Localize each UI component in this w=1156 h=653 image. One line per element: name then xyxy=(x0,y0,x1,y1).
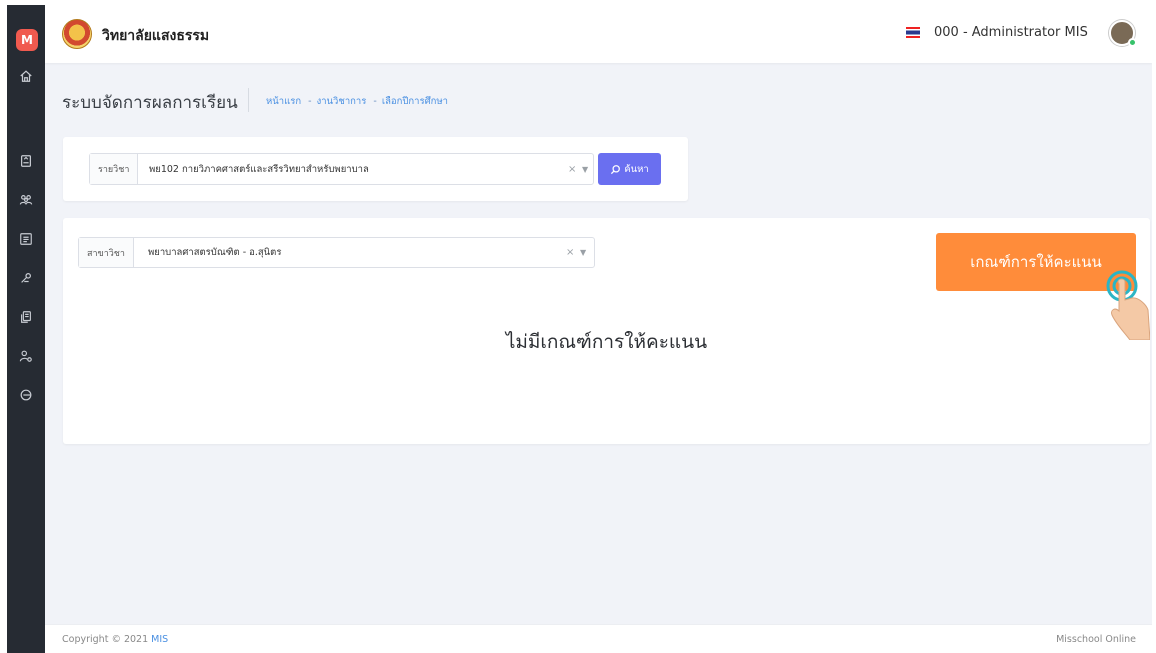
copyright-text: Copyright © 2021 xyxy=(62,634,152,645)
clear-major-icon[interactable]: × xyxy=(566,238,574,267)
institution-name: วิทยาลัยแสงธรรม xyxy=(102,28,210,44)
subject-select-label: รายวิชา xyxy=(90,154,139,184)
document-icon[interactable] xyxy=(17,308,35,326)
home-icon[interactable] xyxy=(17,67,35,85)
page-title: ระบบจัดการผลการเรียน xyxy=(62,93,238,113)
user-settings-icon[interactable] xyxy=(17,347,35,365)
breadcrumb-separator: - xyxy=(373,96,377,107)
institution-logo xyxy=(62,19,92,49)
major-select[interactable]: สาขาวิชา พยาบาลศาสตรบัณฑิต - อ.สุนิตร × … xyxy=(78,237,595,268)
grading-criteria-card: สาขาวิชา พยาบาลศาสตรบัณฑิต - อ.สุนิตร × … xyxy=(63,218,1150,444)
search-button-label: ค้นหา xyxy=(624,163,649,175)
top-header: วิทยาลัยแสงธรรม 000 - Administrator MIS xyxy=(45,5,1152,63)
footer: Copyright © 2021 MIS Misschool Online xyxy=(45,624,1152,653)
breadcrumb: หน้าแรก - งานวิชาการ - เลือกปีการศึกษา xyxy=(266,94,452,109)
app-logo[interactable]: M xyxy=(16,29,38,51)
footer-site-name: Misschool Online xyxy=(1056,634,1136,645)
list-icon[interactable] xyxy=(17,230,35,248)
major-select-label: สาขาวิชา xyxy=(79,238,134,267)
subject-select[interactable]: รายวิชา พย102 กายวิภาคศาสตร์และสรีรวิทยา… xyxy=(89,153,594,185)
link-icon[interactable] xyxy=(17,269,35,287)
footer-copyright: Copyright © 2021 MIS xyxy=(62,634,168,645)
empty-state-message: ไม่มีเกณฑ์การให้คะแนน xyxy=(505,331,708,353)
chevron-down-icon[interactable]: ▼ xyxy=(582,154,588,184)
title-divider xyxy=(248,88,249,112)
online-status-icon xyxy=(1128,38,1137,47)
sidebar: M xyxy=(7,5,45,653)
major-select-value: พยาบาลศาสตรบัณฑิต - อ.สุนิตร xyxy=(148,247,282,258)
chevron-down-icon[interactable]: ▼ xyxy=(580,238,586,267)
subject-select-value: พย102 กายวิภาคศาสตร์และสรีรวิทยาสำหรับพย… xyxy=(149,163,369,175)
tap-gesture-icon xyxy=(1106,270,1150,340)
breadcrumb-select-year[interactable]: เลือกปีการศึกษา xyxy=(382,96,448,107)
breadcrumb-home[interactable]: หน้าแรก xyxy=(266,96,301,107)
breadcrumb-academic[interactable]: งานวิชาการ xyxy=(317,96,367,107)
search-icon xyxy=(611,164,621,174)
app-frame: M วิทยาลัยแสงธรรม 000 - Administrator MI… xyxy=(7,5,1152,653)
clear-subject-icon[interactable]: × xyxy=(568,154,576,184)
users-icon[interactable] xyxy=(17,191,35,209)
thai-flag-icon[interactable] xyxy=(906,27,920,38)
logout-icon[interactable] xyxy=(17,386,35,404)
user-name[interactable]: 000 - Administrator MIS xyxy=(934,25,1088,40)
footer-brand-link[interactable]: MIS xyxy=(151,634,168,645)
search-button[interactable]: ค้นหา xyxy=(598,153,661,185)
file-icon[interactable] xyxy=(17,152,35,170)
subject-search-card: รายวิชา พย102 กายวิภาคศาสตร์และสรีรวิทยา… xyxy=(63,137,688,201)
breadcrumb-separator: - xyxy=(308,96,312,107)
